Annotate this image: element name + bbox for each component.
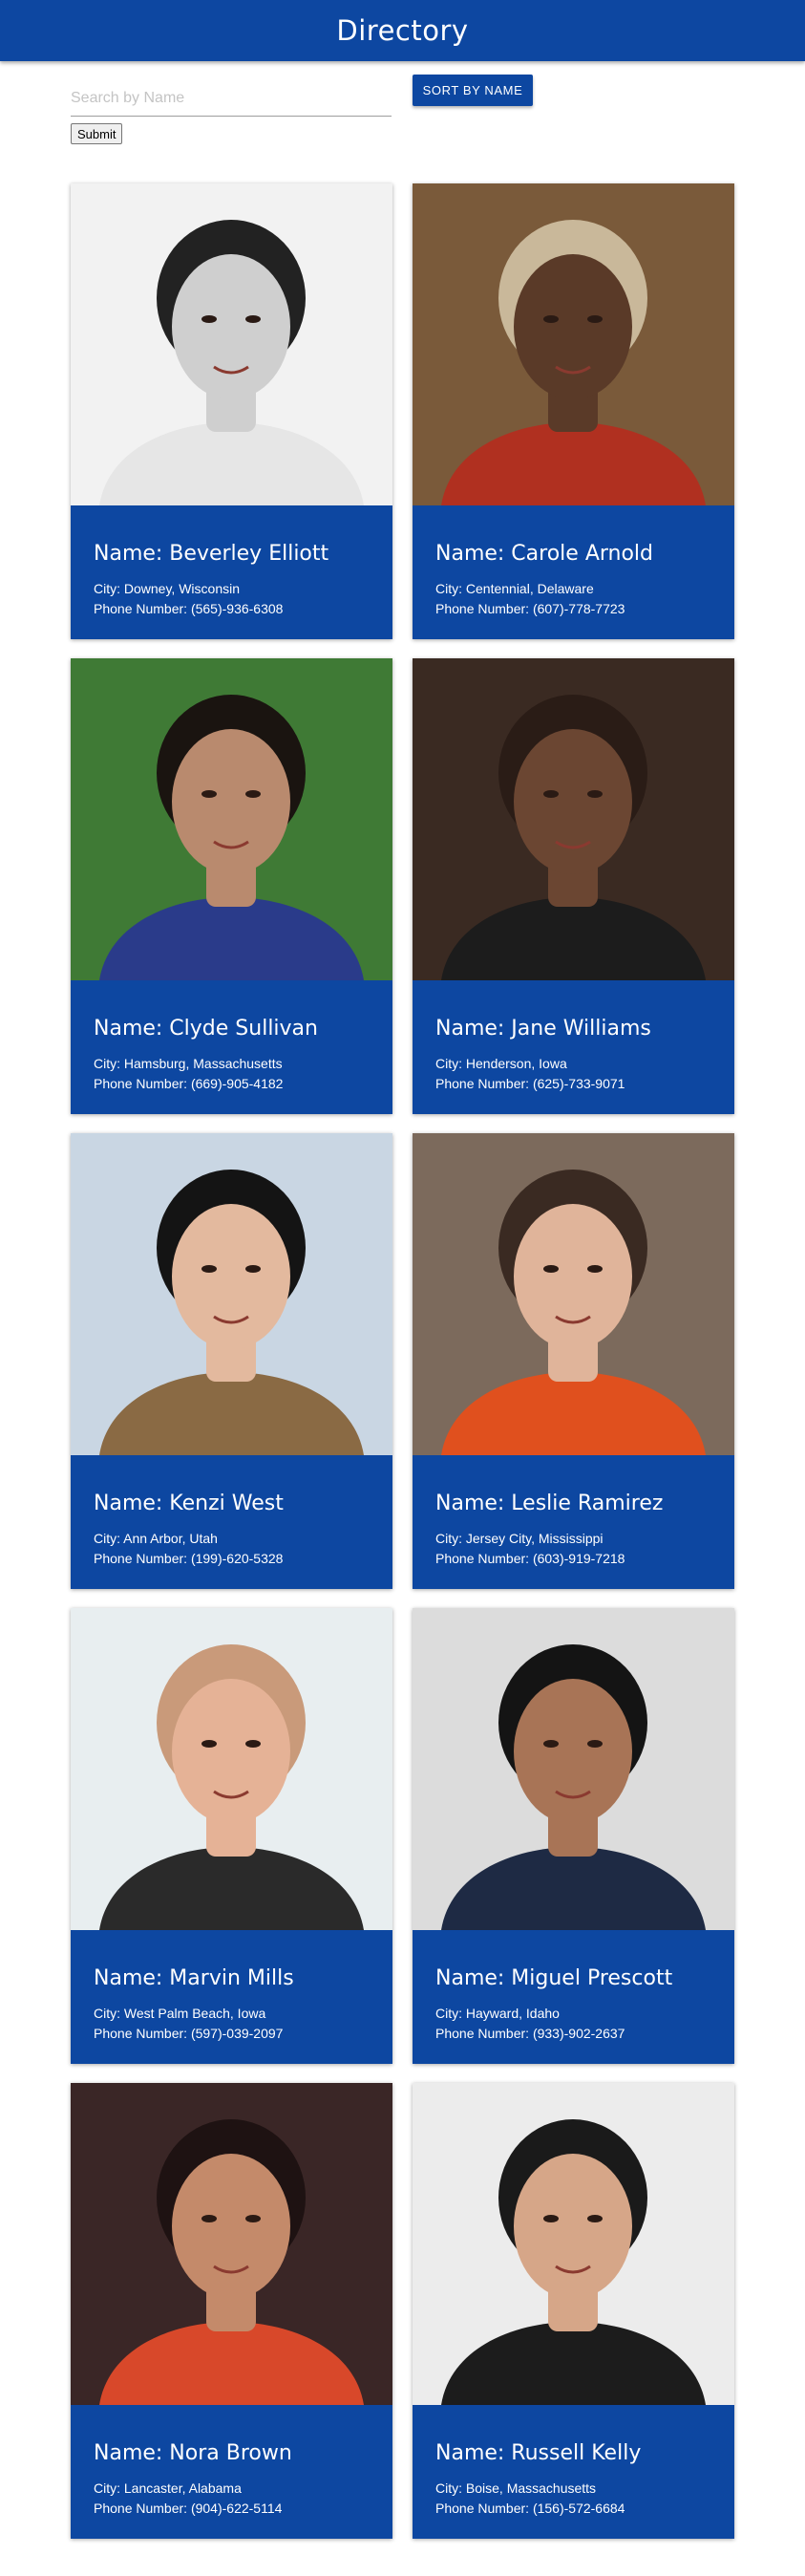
portrait-image xyxy=(413,658,734,980)
person-info: Name: Kenzi West City: Ann Arbor, Utah P… xyxy=(94,1492,381,1569)
person-name: Name: Leslie Ramirez xyxy=(435,1492,664,1515)
person-info: Name: Jane Williams City: Henderson, Iow… xyxy=(435,1017,723,1094)
person-photo xyxy=(71,1133,392,1455)
portrait-image xyxy=(71,1133,392,1455)
person-card[interactable]: Name: Russell Kelly City: Boise, Massach… xyxy=(413,2083,734,2539)
person-card[interactable]: Name: Jane Williams City: Henderson, Iow… xyxy=(413,658,734,1114)
person-card[interactable]: Name: Kenzi West City: Ann Arbor, Utah P… xyxy=(71,1133,392,1589)
person-photo xyxy=(71,658,392,980)
person-info: Name: Nora Brown City: Lancaster, Alabam… xyxy=(94,2441,381,2519)
person-phone: Phone Number: (933)-902-2637 xyxy=(435,2026,625,2041)
person-card[interactable]: Name: Carole Arnold City: Centennial, De… xyxy=(413,183,734,639)
person-name: Name: Nora Brown xyxy=(94,2441,292,2465)
person-photo xyxy=(413,658,734,980)
page-title: Directory xyxy=(336,14,469,47)
person-city: City: Jersey City, Mississippi xyxy=(435,1531,604,1546)
search-input[interactable] xyxy=(71,82,392,115)
person-card[interactable]: Name: Nora Brown City: Lancaster, Alabam… xyxy=(71,2083,392,2539)
person-phone: Phone Number: (199)-620-5328 xyxy=(94,1551,284,1566)
person-info: Name: Beverley Elliott City: Downey, Wis… xyxy=(94,542,381,619)
person-info: Name: Miguel Prescott City: Hayward, Ida… xyxy=(435,1966,723,2044)
person-info: Name: Russell Kelly City: Boise, Massach… xyxy=(435,2441,723,2519)
person-name: Name: Marvin Mills xyxy=(94,1966,294,1990)
person-info: Name: Carole Arnold City: Centennial, De… xyxy=(435,542,723,619)
person-card[interactable]: Name: Clyde Sullivan City: Hamsburg, Mas… xyxy=(71,658,392,1114)
person-name: Name: Carole Arnold xyxy=(435,542,654,566)
person-photo xyxy=(71,2083,392,2405)
person-city: City: Downey, Wisconsin xyxy=(94,581,241,596)
portrait-image xyxy=(413,2083,734,2405)
person-card[interactable]: Name: Marvin Mills City: West Palm Beach… xyxy=(71,1608,392,2064)
person-city: City: Lancaster, Alabama xyxy=(94,2480,242,2496)
person-name: Name: Clyde Sullivan xyxy=(94,1017,318,1041)
person-info: Name: Clyde Sullivan City: Hamsburg, Mas… xyxy=(94,1017,381,1094)
person-phone: Phone Number: (603)-919-7218 xyxy=(435,1551,625,1566)
person-photo xyxy=(413,2083,734,2405)
person-name: Name: Miguel Prescott xyxy=(435,1966,673,1990)
person-city: City: Hamsburg, Massachusetts xyxy=(94,1056,283,1071)
person-info: Name: Marvin Mills City: West Palm Beach… xyxy=(94,1966,381,2044)
portrait-image xyxy=(71,658,392,980)
portrait-image xyxy=(71,1608,392,1930)
person-photo xyxy=(413,183,734,505)
person-name: Name: Kenzi West xyxy=(94,1492,284,1515)
person-phone: Phone Number: (607)-778-7723 xyxy=(435,601,625,616)
portrait-image xyxy=(71,183,392,505)
person-city: City: Hayward, Idaho xyxy=(435,2006,560,2021)
app-header: Directory xyxy=(0,0,805,61)
person-phone: Phone Number: (625)-733-9071 xyxy=(435,1076,625,1091)
person-card[interactable]: Name: Beverley Elliott City: Downey, Wis… xyxy=(71,183,392,639)
person-photo xyxy=(71,183,392,505)
person-photo xyxy=(413,1608,734,1930)
person-name: Name: Jane Williams xyxy=(435,1017,651,1041)
person-name: Name: Beverley Elliott xyxy=(94,542,329,566)
person-city: City: Centennial, Delaware xyxy=(435,581,594,596)
person-card[interactable]: Name: Miguel Prescott City: Hayward, Ida… xyxy=(413,1608,734,2064)
submit-button[interactable]: Submit xyxy=(71,123,123,144)
person-phone: Phone Number: (156)-572-6684 xyxy=(435,2501,625,2516)
person-city: City: Henderson, Iowa xyxy=(435,1056,567,1071)
portrait-image xyxy=(71,2083,392,2405)
search-field xyxy=(71,82,392,117)
person-phone: Phone Number: (565)-936-6308 xyxy=(94,601,284,616)
person-name: Name: Russell Kelly xyxy=(435,2441,642,2465)
person-photo xyxy=(71,1608,392,1930)
person-phone: Phone Number: (904)-622-5114 xyxy=(94,2501,283,2516)
portrait-image xyxy=(413,1608,734,1930)
portrait-image xyxy=(413,183,734,505)
person-phone: Phone Number: (597)-039-2097 xyxy=(94,2026,284,2041)
portrait-image xyxy=(413,1133,734,1455)
person-card[interactable]: Name: Leslie Ramirez City: Jersey City, … xyxy=(413,1133,734,1589)
sort-by-name-button[interactable]: SORT BY NAME xyxy=(413,75,533,106)
person-photo xyxy=(413,1133,734,1455)
person-info: Name: Leslie Ramirez City: Jersey City, … xyxy=(435,1492,723,1569)
person-city: City: West Palm Beach, Iowa xyxy=(94,2006,266,2021)
person-phone: Phone Number: (669)-905-4182 xyxy=(94,1076,284,1091)
person-city: City: Boise, Massachusetts xyxy=(435,2480,597,2496)
person-city: City: Ann Arbor, Utah xyxy=(94,1531,218,1546)
